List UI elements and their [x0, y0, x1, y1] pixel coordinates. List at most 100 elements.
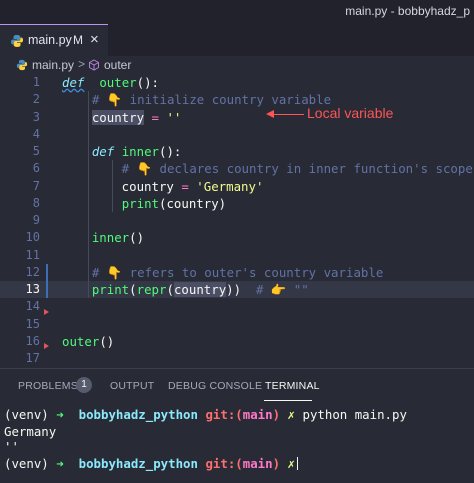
code-token: ():	[136, 75, 160, 90]
git-label: git:(	[205, 407, 243, 422]
tab-filename: main.py	[28, 33, 72, 47]
line-number: 10	[25, 230, 40, 245]
code-text: country = 'Germany'	[62, 178, 264, 195]
code-line[interactable]: 10 inner()	[0, 229, 474, 246]
code-token: country	[173, 282, 227, 297]
git-branch: main	[242, 456, 273, 471]
line-number: 5	[32, 144, 40, 158]
tab-terminal[interactable]: TERMINAL	[265, 380, 320, 392]
breadcrumb: main.py > outer	[0, 56, 474, 74]
code-line[interactable]: 8 print(country)	[0, 195, 474, 212]
code-line[interactable]: 1 def outer():	[0, 74, 474, 91]
tab-debug-console[interactable]: DEBUG CONSOLE	[168, 380, 262, 392]
prompt-arrow-icon: ➜	[56, 407, 64, 422]
code-token: # 👇 initialize country variable	[62, 92, 332, 108]
active-tab-indicator	[264, 400, 312, 401]
problems-count-badge: 1	[76, 377, 92, 393]
code-line[interactable]: 5 def inner():	[0, 143, 474, 160]
deleted-line-marker	[44, 343, 49, 349]
prompt-arrow-icon: ➜	[56, 456, 64, 471]
code-text: inner()	[62, 229, 144, 246]
code-line[interactable]: 3 country = ''	[0, 109, 474, 126]
line-number: 16	[25, 333, 40, 348]
code-line[interactable]: 4	[0, 126, 474, 143]
editor-tab-bar: main.py M ×	[0, 24, 474, 56]
code-token: repr	[136, 282, 167, 297]
breadcrumb-file[interactable]: main.py	[32, 58, 74, 72]
breadcrumb-symbol[interactable]: outer	[104, 58, 131, 72]
annotation-arrow	[270, 114, 304, 115]
code-text: # 👇 declares country in inner function's…	[62, 160, 473, 177]
code-token: ))	[226, 282, 242, 297]
code-token: country	[62, 178, 182, 194]
code-token: # 👉 ""	[241, 282, 309, 297]
code-line[interactable]: 14	[0, 298, 474, 315]
code-token: inner	[121, 144, 160, 159]
code-token: ():	[159, 144, 182, 159]
terminal-command: python main.py	[302, 407, 407, 422]
indent-guide	[112, 160, 113, 212]
line-number: 1	[32, 75, 40, 89]
code-text: def inner():	[62, 143, 182, 160]
code-token: def	[91, 144, 115, 159]
code-token: print	[121, 195, 159, 211]
venv-label: (venv)	[4, 456, 49, 471]
tab-problems[interactable]: PROBLEMS	[18, 380, 78, 392]
code-line[interactable]: 15	[0, 316, 474, 333]
line-number: 14	[25, 299, 40, 314]
code-line[interactable]: 9	[0, 212, 474, 229]
dirty-x-icon: ✗	[287, 456, 296, 471]
code-token: =	[144, 109, 159, 125]
terminal-prompt-line: (venv) ➜ bobbyhadz_python git:(main) ✗ p…	[4, 407, 407, 423]
code-line[interactable]: 11	[0, 247, 474, 264]
tab-output[interactable]: OUTPUT	[110, 380, 154, 392]
code-editor[interactable]: 17 16 outer() 15 14 13 print(repr(country)) #…	[0, 74, 474, 368]
annotation-arrow-head	[266, 110, 274, 118]
code-token: =	[181, 178, 189, 194]
line-number: 12	[25, 264, 40, 279]
code-token: 'Germany'	[188, 178, 264, 194]
close-icon[interactable]: ×	[90, 31, 99, 48]
code-line[interactable]: 2 # 👇 initialize country variable	[0, 91, 474, 108]
code-line[interactable]: 17	[0, 350, 474, 367]
panel-tabs: PROBLEMS 1 OUTPUT DEBUG CONSOLE TERMINAL	[0, 369, 474, 403]
git-label-close: )	[272, 456, 281, 471]
code-line[interactable]: 12 # 👇 refers to outer's country variabl…	[0, 264, 474, 281]
git-label-close: )	[272, 407, 281, 422]
line-number: 2	[32, 92, 40, 107]
tab-main-py[interactable]: main.py M ×	[0, 24, 108, 56]
code-text: print(country)	[62, 195, 226, 212]
code-text: outer()	[62, 333, 114, 350]
bottom-panel: PROBLEMS 1 OUTPUT DEBUG CONSOLE TERMINAL…	[0, 368, 474, 483]
code-token: (	[166, 282, 174, 297]
terminal-cursor	[297, 457, 299, 470]
terminal[interactable]: (venv) ➜ bobbyhadz_python git:(main) ✗ p…	[0, 405, 474, 483]
git-label: git:(	[205, 456, 243, 471]
modified-indicator: M	[73, 33, 83, 47]
function-cube-icon	[89, 59, 99, 71]
code-token: outer	[62, 333, 100, 349]
code-token: def	[62, 75, 85, 90]
venv-label: (venv)	[4, 407, 49, 422]
code-text: print(repr(country)) # 👉 ""	[62, 281, 309, 298]
window-title: main.py - bobbyhadz_p	[345, 4, 470, 18]
code-token: ()	[99, 333, 115, 349]
code-text: def outer():	[62, 74, 159, 91]
annotation-label: Local variable	[307, 105, 394, 121]
modified-lines-gutter	[46, 264, 48, 298]
code-text: # 👇 refers to outer's country variable	[62, 264, 383, 281]
terminal-output-line: Germany	[4, 424, 57, 439]
code-token: # 👇 refers to outer's country variable	[62, 264, 384, 280]
code-token: print	[91, 282, 130, 297]
code-token: inner	[91, 230, 130, 246]
code-line[interactable]: 13 print(repr(country)) # 👉 ""	[0, 281, 474, 299]
code-line[interactable]: 6 # 👇 declares country in inner function…	[0, 160, 474, 177]
code-token: ()	[129, 230, 145, 246]
code-line[interactable]: 16 outer()	[0, 333, 474, 350]
code-token: (country)	[159, 195, 227, 211]
code-token: outer	[99, 75, 137, 90]
line-number: 15	[25, 316, 40, 331]
code-line[interactable]: 7 country = 'Germany'	[0, 178, 474, 195]
